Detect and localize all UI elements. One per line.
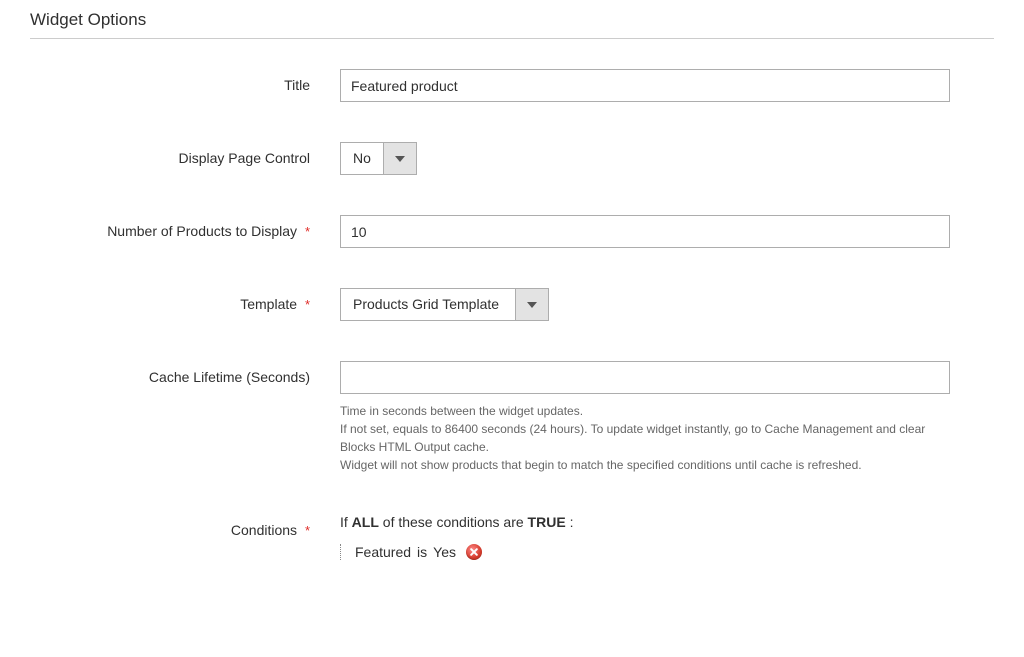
cond-root-if: If [340,514,348,530]
cache-helper: Time in seconds between the widget updat… [340,402,950,474]
cond-value[interactable]: Yes [433,544,456,560]
cache-helper-line: If not set, equals to 86400 seconds (24 … [340,420,950,456]
display-page-control-value: No [341,143,383,174]
remove-condition-icon[interactable] [466,544,482,560]
chevron-down-icon [515,289,548,320]
cond-root-mid: of these conditions are [383,514,524,530]
label-cache-text: Cache Lifetime (Seconds) [149,369,310,385]
num-products-input[interactable] [340,215,950,248]
template-select[interactable]: Products Grid Template [340,288,549,321]
label-template-text: Template [240,296,297,312]
section-title: Widget Options [30,10,994,39]
label-num-products: Number of Products to Display * [30,215,340,239]
cond-root-aggregator[interactable]: ALL [352,514,379,530]
condition-item[interactable]: Featured is Yes [355,544,950,560]
field-conditions: Conditions * If ALL of these conditions … [30,514,994,578]
conditions-root[interactable]: If ALL of these conditions are TRUE : [340,514,950,530]
label-template: Template * [30,288,340,312]
cache-helper-line: Widget will not show products that begin… [340,456,950,474]
cache-lifetime-input[interactable] [340,361,950,394]
field-title: Title [30,69,994,102]
template-value: Products Grid Template [341,289,515,320]
cond-attr[interactable]: Featured [355,544,411,560]
cache-helper-line: Time in seconds between the widget updat… [340,402,950,420]
label-conditions-text: Conditions [231,522,297,538]
field-template: Template * Products Grid Template [30,288,994,321]
required-asterisk: * [305,523,310,538]
label-num-products-text: Number of Products to Display [107,223,297,239]
required-asterisk: * [305,224,310,239]
display-page-control-select[interactable]: No [340,142,417,175]
label-dpc-text: Display Page Control [178,150,310,166]
field-num-products: Number of Products to Display * [30,215,994,248]
chevron-down-icon [383,143,416,174]
label-title-text: Title [284,77,310,93]
required-asterisk: * [305,297,310,312]
label-cache-lifetime: Cache Lifetime (Seconds) [30,361,340,385]
field-cache-lifetime: Cache Lifetime (Seconds) Time in seconds… [30,361,994,474]
label-title: Title [30,69,340,93]
field-display-page-control: Display Page Control No [30,142,994,175]
cond-root-end: : [570,514,574,530]
title-input[interactable] [340,69,950,102]
conditions-children: Featured is Yes [340,544,950,560]
label-conditions: Conditions * [30,514,340,538]
label-display-page-control: Display Page Control [30,142,340,166]
cond-operator[interactable]: is [417,544,427,560]
cond-root-value[interactable]: TRUE [528,514,566,530]
